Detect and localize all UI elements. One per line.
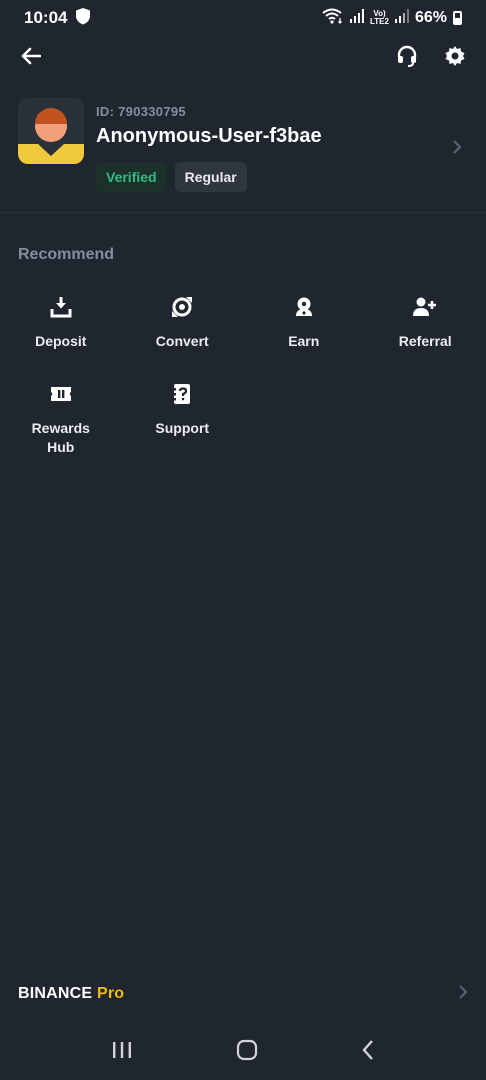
brand-name: BINANCE <box>18 985 93 1002</box>
shortcut-referral[interactable]: Referral <box>365 292 486 351</box>
status-right: Vo) LTE2 66% <box>322 8 462 29</box>
convert-icon <box>167 292 197 322</box>
ticket-icon <box>46 379 76 409</box>
binance-pro-row[interactable]: BINANCE Pro <box>18 982 468 1006</box>
verified-badge[interactable]: Verified <box>96 162 167 192</box>
arrow-left-icon <box>21 47 42 70</box>
back-nav-button[interactable] <box>361 1039 375 1066</box>
signal-icon <box>350 8 364 28</box>
tile-label: Deposit <box>35 333 87 349</box>
shortcut-earn[interactable]: Earn <box>243 292 365 351</box>
badges: Verified Regular <box>96 162 468 192</box>
status-left: 10:04 <box>24 7 91 30</box>
shortcut-support[interactable]: Support <box>122 379 244 457</box>
chevron-right-icon <box>458 984 468 1004</box>
deposit-icon <box>46 292 76 322</box>
battery-icon <box>453 11 462 25</box>
home-button[interactable] <box>236 1039 258 1066</box>
chevron-right-icon <box>452 140 462 159</box>
system-nav-bar <box>0 1024 486 1080</box>
tile-label: Earn <box>288 333 320 349</box>
status-time: 10:04 <box>24 8 68 27</box>
top-nav <box>0 38 486 78</box>
network-bottom: LTE2 <box>370 17 389 26</box>
brand-pro: Pro <box>96 985 125 1002</box>
shield-icon <box>75 7 91 30</box>
tile-label: Convert <box>155 333 209 349</box>
profile-info: ID: 790330795 Anonymous-User-f3bae Verif… <box>96 98 468 192</box>
support-icon <box>167 379 197 409</box>
tile-label: Rewards Hub <box>31 420 90 455</box>
avatar <box>18 98 84 164</box>
section-title: Recommend <box>18 246 115 263</box>
settings-button[interactable] <box>442 45 468 71</box>
user-id: ID: 790330795 <box>96 104 186 119</box>
recent-apps-button[interactable] <box>111 1040 133 1065</box>
wifi-icon <box>322 8 344 29</box>
back-button[interactable] <box>18 45 44 71</box>
shortcut-grid: Deposit Convert Earn Referral Rewards Hu… <box>0 292 486 457</box>
gear-icon <box>444 45 466 72</box>
battery-text: 66% <box>414 9 447 26</box>
brand-logo: BINANCE Pro <box>18 985 124 1003</box>
add-user-icon <box>410 292 440 322</box>
shortcut-convert[interactable]: Convert <box>122 292 244 351</box>
headset-icon <box>396 45 418 72</box>
username: Anonymous-User-f3bae <box>96 125 322 147</box>
regular-badge[interactable]: Regular <box>174 162 247 192</box>
network-label: Vo) LTE2 <box>370 10 389 26</box>
profile-card[interactable]: ID: 790330795 Anonymous-User-f3bae Verif… <box>18 98 468 198</box>
divider <box>0 212 486 213</box>
support-headset-button[interactable] <box>394 45 420 71</box>
nav-actions <box>394 45 468 71</box>
tile-label: Support <box>155 420 210 436</box>
status-bar: 10:04 Vo) LTE2 66% <box>0 0 486 36</box>
signal-icon-2 <box>394 8 409 28</box>
earn-icon <box>289 292 319 322</box>
shortcut-rewards-hub[interactable]: Rewards Hub <box>0 379 122 457</box>
shortcut-deposit[interactable]: Deposit <box>0 292 122 351</box>
tile-label: Referral <box>398 333 452 349</box>
